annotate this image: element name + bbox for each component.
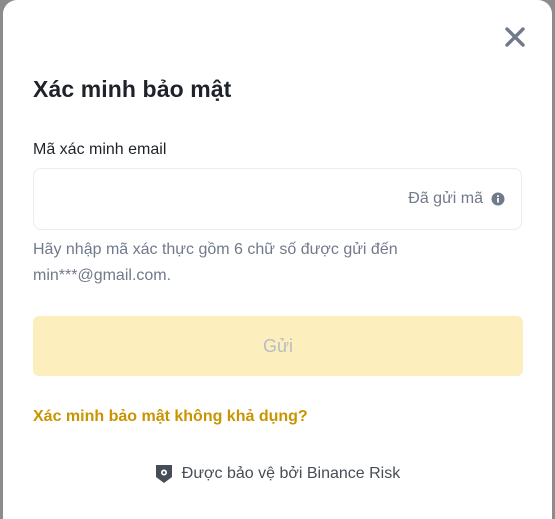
shield-icon bbox=[155, 464, 173, 484]
email-code-field[interactable]: Đã gửi mã bbox=[33, 168, 522, 231]
protection-text: Được bảo vệ bởi Binance Risk bbox=[181, 465, 401, 482]
email-code-input[interactable] bbox=[46, 169, 390, 231]
close-button[interactable] bbox=[500, 22, 530, 52]
info-icon[interactable] bbox=[491, 192, 505, 206]
protection-footer: Được bảo vệ bởi Binance Risk bbox=[3, 464, 552, 484]
verification-unavailable-link[interactable]: Xác minh bảo mật không khả dụng? bbox=[33, 408, 308, 426]
close-icon bbox=[500, 22, 530, 52]
submit-button[interactable]: Gửi bbox=[33, 316, 523, 376]
code-sent-text: Đã gửi mã bbox=[408, 190, 483, 207]
email-code-helper-text: Hãy nhập mã xác thực gồm 6 chữ số được g… bbox=[33, 241, 398, 284]
email-code-label: Mã xác minh email bbox=[33, 141, 167, 158]
security-verification-dialog: Xác minh bảo mật Mã xác minh email Đã gử… bbox=[3, 0, 552, 519]
code-sent-status: Đã gửi mã bbox=[408, 169, 505, 229]
dialog-title: Xác minh bảo mật bbox=[33, 76, 232, 102]
